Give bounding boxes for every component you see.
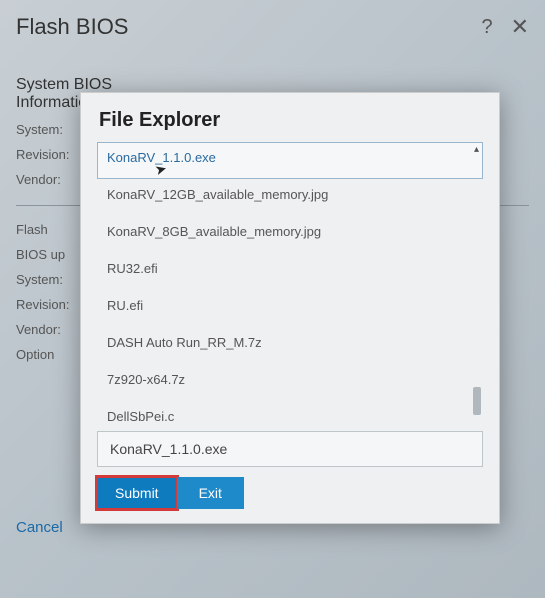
file-item[interactable]: DellSbPei.c (97, 401, 483, 421)
label-vendor2: Vendor: (16, 322, 86, 337)
cancel-button[interactable]: Cancel (16, 519, 63, 536)
scroll-up-icon[interactable]: ▴ (474, 144, 479, 155)
scrollbar-thumb[interactable] (473, 387, 481, 415)
file-item[interactable]: DASH Auto Run_RR_M.7z (97, 327, 483, 364)
file-item[interactable]: 7z920-x64.7z (97, 364, 483, 401)
file-item[interactable]: RU32.efi (97, 253, 483, 290)
selected-file-field[interactable]: KonaRV_1.1.0.exe (97, 431, 483, 467)
label-system: System: (16, 122, 86, 137)
help-icon[interactable]: ? (481, 16, 492, 39)
file-item[interactable]: KonaRV_12GB_available_memory.jpg (97, 179, 483, 216)
label-option: Option (16, 347, 86, 362)
label-flash: Flash (16, 222, 86, 237)
exit-button[interactable]: Exit (177, 477, 244, 509)
submit-button[interactable]: Submit (97, 477, 177, 509)
window-header: Flash BIOS ? ✕ (16, 14, 529, 46)
close-icon[interactable]: ✕ (511, 14, 529, 40)
file-item[interactable]: KonaRV_8GB_available_memory.jpg (97, 216, 483, 253)
window-title: Flash BIOS (16, 14, 128, 40)
label-revision2: Revision: (16, 297, 86, 312)
window-controls: ? ✕ (481, 14, 529, 40)
file-item[interactable]: RU.efi (97, 290, 483, 327)
label-revision: Revision: (16, 147, 86, 162)
label-system2: System: (16, 272, 86, 287)
file-list[interactable]: ▴ KonaRV_1.1.0.exe KonaRV_12GB_available… (97, 142, 483, 421)
label-bios-update: BIOS up (16, 247, 86, 262)
label-vendor: Vendor: (16, 172, 86, 187)
dialog-title: File Explorer (81, 93, 499, 142)
file-item[interactable]: KonaRV_1.1.0.exe (97, 142, 483, 179)
file-explorer-dialog: File Explorer ▴ KonaRV_1.1.0.exe KonaRV_… (80, 92, 500, 524)
dialog-buttons: Submit Exit (81, 477, 499, 523)
